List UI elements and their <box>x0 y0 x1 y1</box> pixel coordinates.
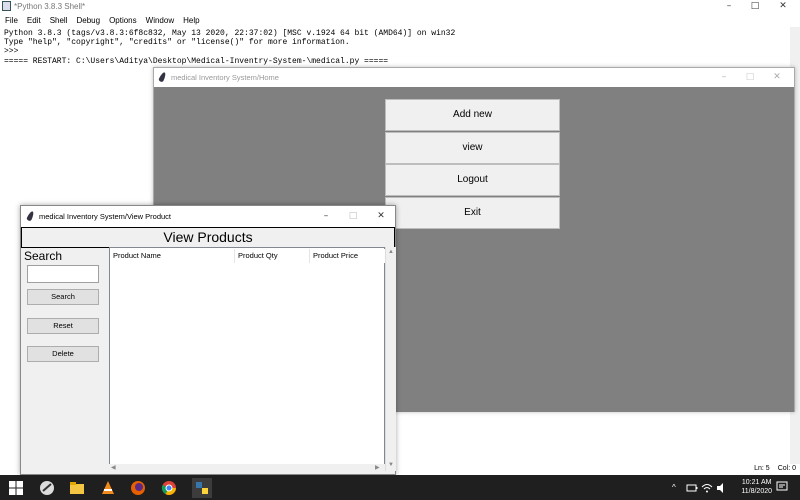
python-app-icon[interactable] <box>192 478 212 498</box>
python-file-icon <box>2 1 11 11</box>
volume-icon[interactable] <box>716 482 728 494</box>
scroll-right-arrow-icon[interactable]: ▶ <box>375 464 380 472</box>
wifi-icon[interactable] <box>701 482 713 494</box>
shell-minimize-button[interactable]: – <box>716 0 742 13</box>
shell-maximize-button[interactable]: □ <box>742 0 768 13</box>
menu-options[interactable]: Options <box>104 14 141 26</box>
logout-button[interactable]: Logout <box>385 164 560 196</box>
windows-taskbar: ^ 10:21 AM 11/8/2020 <box>0 475 800 500</box>
menu-edit[interactable]: Edit <box>22 14 45 26</box>
menu-file[interactable]: File <box>0 14 22 26</box>
shell-close-button[interactable]: ✕ <box>770 0 796 13</box>
scroll-up-arrow-icon[interactable]: ▲ <box>388 248 394 256</box>
scroll-left-arrow-icon[interactable]: ◀ <box>111 464 116 472</box>
column-header-product-qty[interactable]: Product Qty <box>235 249 310 263</box>
search-label: Search <box>24 249 63 263</box>
shell-statusbar: Ln: 5 Col: 0 <box>754 465 796 472</box>
menu-window[interactable]: Window <box>141 14 178 26</box>
windows-start-icon[interactable] <box>8 480 24 496</box>
column-header-product-price[interactable]: Product Price <box>310 249 385 263</box>
chrome-icon[interactable] <box>161 480 177 496</box>
home-minimize-button[interactable]: – <box>711 71 737 84</box>
table-horizontal-scrollbar[interactable]: ◀ ▶ <box>109 464 385 473</box>
view-maximize-button[interactable]: □ <box>340 210 366 223</box>
menu-shell[interactable]: Shell <box>45 14 72 26</box>
view-title: medical Inventory System/View Product <box>39 212 172 221</box>
home-maximize-button[interactable]: □ <box>737 71 763 84</box>
delete-button[interactable]: Delete <box>27 346 99 362</box>
shell-prompt: >>> <box>4 47 19 57</box>
tray-expand-icon[interactable]: ^ <box>672 483 676 492</box>
notification-icon[interactable] <box>776 481 788 493</box>
add-new-button[interactable]: Add new <box>385 99 560 131</box>
table-vertical-scrollbar[interactable]: ▲ ▼ <box>385 247 396 471</box>
clock-time: 10:21 AM <box>741 479 772 486</box>
file-explorer-icon[interactable] <box>69 480 85 496</box>
shell-line: ===== RESTART: C:\Users\Aditya\Desktop\M… <box>4 56 389 66</box>
view-products-heading: View Products <box>21 227 395 248</box>
tk-feather-icon <box>158 71 167 83</box>
vlc-icon[interactable] <box>100 480 116 496</box>
menu-debug[interactable]: Debug <box>71 14 104 26</box>
products-table[interactable]: Product Name Product Qty Product Price <box>109 247 385 471</box>
view-titlebar: medical Inventory System/View Product – … <box>21 206 395 227</box>
shell-line: Python 3.8.3 (tags/v3.8.3:6f8c832, May 1… <box>4 29 456 38</box>
clock-date: 11/8/2020 <box>741 488 772 495</box>
scroll-down-arrow-icon[interactable]: ▼ <box>388 461 394 469</box>
reset-button[interactable]: Reset <box>27 318 99 334</box>
firefox-icon[interactable] <box>130 480 146 496</box>
status-col: Col: 0 <box>777 465 796 472</box>
view-close-button[interactable]: ✕ <box>368 210 394 223</box>
search-button[interactable]: Search <box>27 289 99 305</box>
python-idle-taskbar-icon[interactable] <box>39 480 55 496</box>
tk-feather-icon <box>26 210 35 222</box>
view-button[interactable]: view <box>385 132 560 164</box>
view-products-window: medical Inventory System/View Product – … <box>20 205 396 475</box>
shell-title: *Python 3.8.3 Shell* <box>14 2 86 11</box>
home-close-button[interactable]: ✕ <box>764 71 790 84</box>
shell-output[interactable]: Python 3.8.3 (tags/v3.8.3:6f8c832, May 1… <box>4 29 455 66</box>
view-minimize-button[interactable]: – <box>313 210 339 223</box>
column-header-product-name[interactable]: Product Name <box>110 249 235 263</box>
search-input[interactable] <box>27 265 99 283</box>
status-line: Ln: 5 <box>754 465 770 472</box>
shell-line: Type "help", "copyright", "credits" or "… <box>4 38 350 48</box>
taskbar-clock[interactable]: 10:21 AM 11/8/2020 <box>741 478 772 496</box>
exit-button[interactable]: Exit <box>385 197 560 229</box>
home-titlebar: medical Inventory System/Home – □ ✕ <box>154 68 794 87</box>
shell-menubar: File Edit Shell Debug Options Window Hel… <box>0 14 204 26</box>
home-title: medical Inventory System/Home <box>171 73 279 82</box>
battery-icon[interactable] <box>686 482 698 494</box>
menu-help[interactable]: Help <box>178 14 203 26</box>
shell-titlebar: *Python 3.8.3 Shell* – □ ✕ <box>0 0 800 13</box>
